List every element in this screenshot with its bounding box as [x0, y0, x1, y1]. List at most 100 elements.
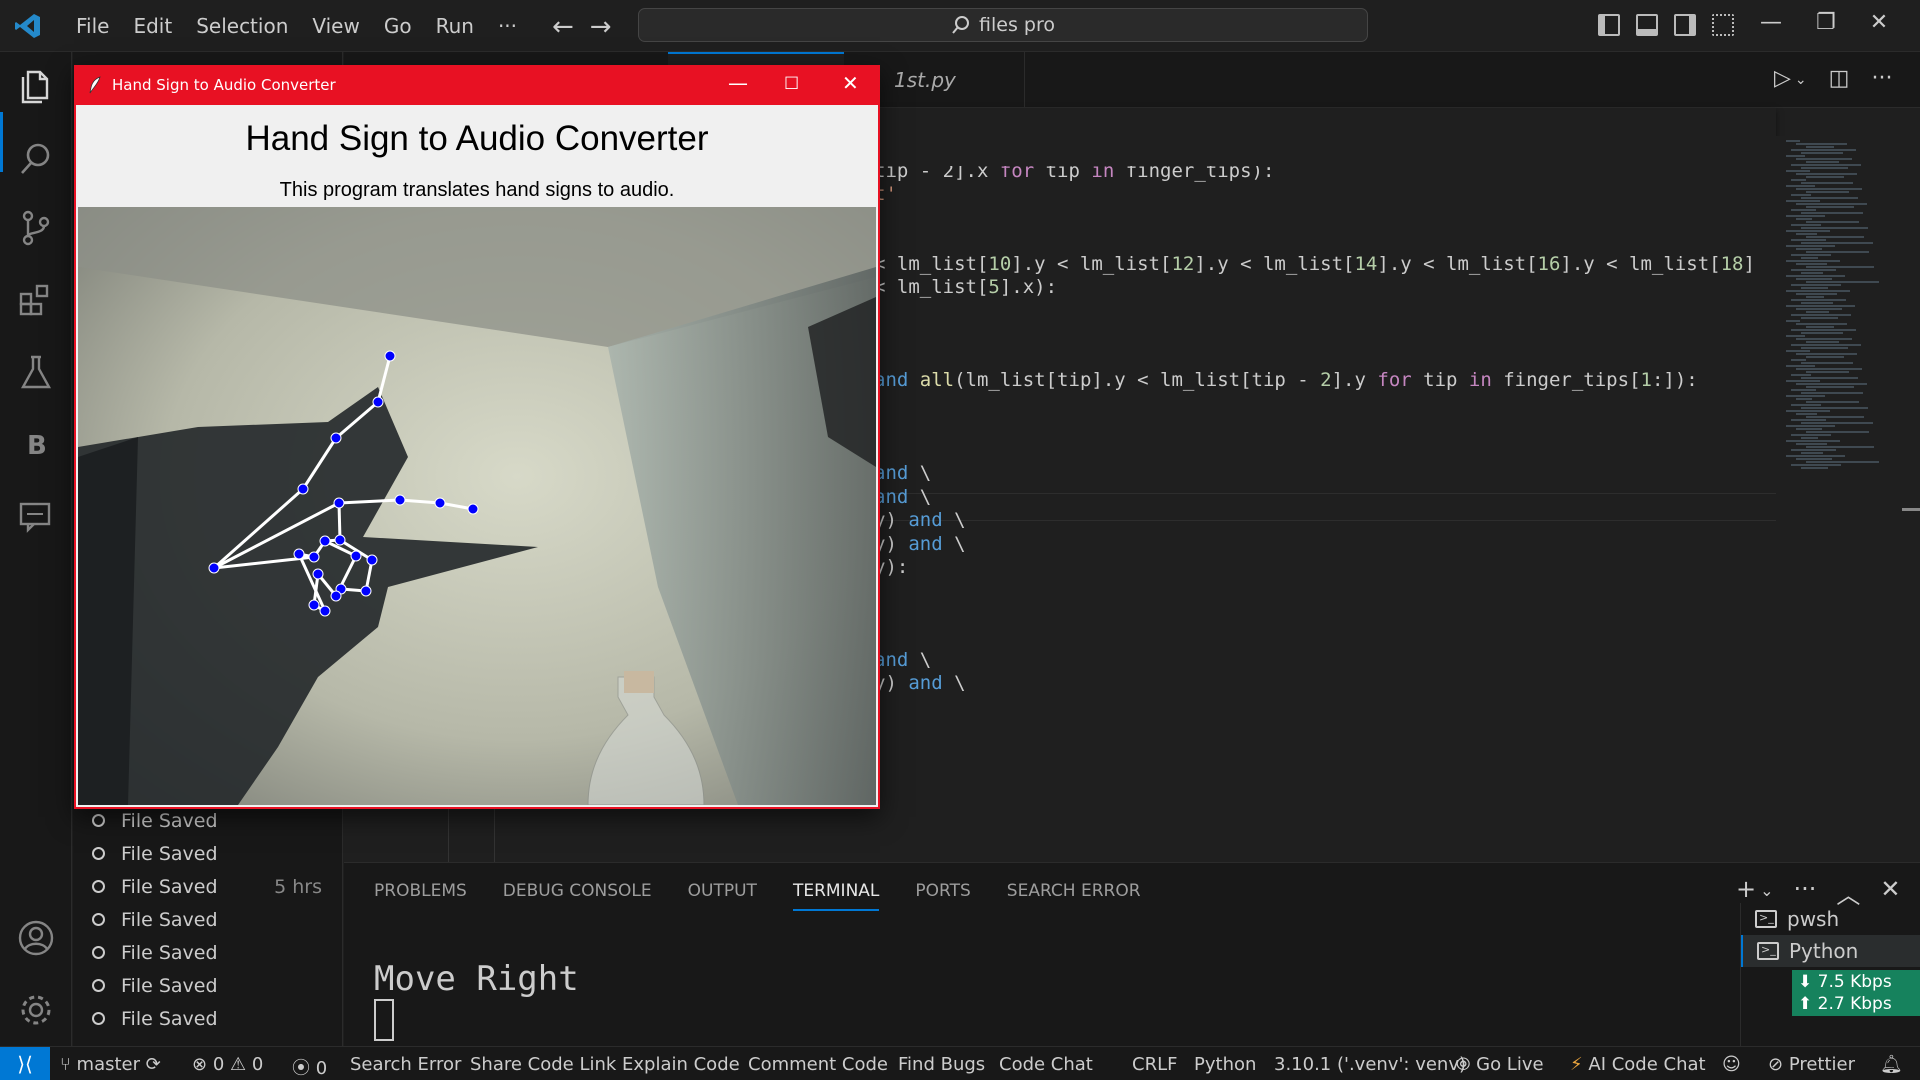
hand-landmark-point	[319, 605, 331, 617]
ai-code-chat-item[interactable]: ⚡ AI Code Chat	[1570, 1054, 1706, 1075]
minimap-line	[1786, 425, 1835, 427]
copilot-icon[interactable]: ☺	[1722, 1054, 1741, 1075]
toggle-primary-sidebar-icon[interactable]	[1598, 14, 1620, 36]
extensions-icon[interactable]	[16, 280, 56, 320]
minimize-icon[interactable]: —	[1760, 10, 1782, 35]
app-minimize-icon[interactable]: —	[728, 71, 748, 95]
ports-item[interactable]: ⦿ 0	[292, 1054, 327, 1080]
tab-1st-py[interactable]: 1st.py	[894, 68, 956, 92]
menu-item-edit[interactable]: Edit	[121, 14, 184, 38]
source-control-icon[interactable]	[16, 208, 56, 248]
timeline-item[interactable]: File Saved 5 hrs	[92, 870, 332, 903]
minimap-line	[1801, 452, 1823, 454]
status-code-chat[interactable]: Code Chat	[999, 1054, 1093, 1075]
more-actions-icon[interactable]: ···	[1871, 66, 1892, 91]
minimap-line	[1801, 212, 1863, 214]
customize-layout-icon[interactable]	[1712, 14, 1734, 36]
code-token: \	[942, 533, 966, 555]
code-token: and	[908, 509, 943, 531]
menu-item-view[interactable]: View	[300, 14, 371, 38]
minimap-line	[1806, 311, 1829, 313]
terminal-item-python[interactable]: >_ Python	[1741, 935, 1920, 967]
explorer-icon[interactable]	[16, 66, 56, 106]
testing-flask-icon[interactable]	[16, 352, 56, 392]
toggle-secondary-sidebar-icon[interactable]	[1674, 14, 1696, 36]
back-arrow-icon[interactable]: ←	[552, 12, 574, 42]
minimap-line	[1796, 158, 1852, 160]
tab-problems[interactable]: PROBLEMS	[374, 881, 467, 911]
editor-scrollbar[interactable]	[1902, 508, 1920, 511]
minimap-line	[1796, 338, 1852, 340]
timeline-item[interactable]: File Saved	[92, 936, 332, 969]
code-line: < lm_list[10].y < lm_list[12].y < lm_lis…	[874, 253, 1755, 275]
timeline-item[interactable]: File Saved	[92, 903, 332, 936]
timeline-item[interactable]: File Saved	[92, 1002, 332, 1035]
minimap-line	[1806, 161, 1839, 163]
hand-landmark-point	[293, 548, 305, 560]
camera-feed	[78, 207, 876, 805]
hand-landmark-point	[434, 497, 446, 509]
command-center-search[interactable]: files pro	[638, 8, 1368, 42]
menu-item-selection[interactable]: Selection	[184, 14, 300, 38]
tab-ports[interactable]: PORTS	[915, 881, 970, 911]
restore-icon[interactable]: ❐	[1816, 10, 1836, 35]
hand-connection	[337, 502, 342, 541]
tab-search-error[interactable]: SEARCH ERROR	[1007, 881, 1141, 911]
app-maximize-icon[interactable]: ☐	[784, 74, 799, 94]
close-icon[interactable]: ✕	[1870, 10, 1888, 35]
app-title-bar[interactable]: Hand Sign to Audio Converter — ☐ ✕	[76, 67, 878, 105]
minimap-line	[1806, 281, 1879, 283]
status-search-error[interactable]: Search Error	[350, 1054, 461, 1075]
timeline-item[interactable]: File Saved	[92, 969, 332, 1002]
minimap-line	[1801, 392, 1863, 394]
timeline-item[interactable]: File Saved	[92, 837, 332, 870]
code-token: \	[908, 486, 932, 508]
remote-icon[interactable]: ⟩⟨	[0, 1047, 50, 1080]
code-token: ].y < lm_list[	[1377, 253, 1538, 275]
minimap-line	[1796, 143, 1847, 145]
minimap-line	[1791, 194, 1811, 196]
app-window-title: Hand Sign to Audio Converter	[112, 76, 336, 94]
run-icon[interactable]: ▷	[1774, 66, 1791, 91]
minimap-line	[1786, 395, 1825, 397]
app-close-icon[interactable]: ✕	[842, 71, 859, 95]
chevron-down-icon[interactable]: ⌄	[1795, 72, 1807, 91]
code-token: :]):	[1651, 369, 1698, 391]
go-live-item[interactable]: ⦾ Go Live	[1456, 1054, 1544, 1075]
tab-terminal[interactable]: TERMINAL	[792, 881, 880, 911]
minimap-line	[1791, 254, 1831, 256]
chat-icon[interactable]	[16, 496, 56, 536]
minimap-line	[1786, 305, 1855, 307]
problems-item[interactable]: ⊗ 0 ⚠ 0	[192, 1054, 263, 1075]
account-icon[interactable]	[16, 918, 56, 958]
nav-arrows: ← →	[552, 12, 612, 42]
menu-item-run[interactable]: Run	[424, 14, 486, 38]
prettier-item[interactable]: ⊘ Prettier	[1768, 1054, 1855, 1075]
terminal-item-pwsh[interactable]: >_ pwsh	[1741, 903, 1920, 935]
minimap-line	[1801, 257, 1818, 259]
branch-item[interactable]: ⑂ master ⟳	[60, 1054, 161, 1075]
settings-gear-icon[interactable]	[16, 990, 56, 1030]
b-extension-icon[interactable]: B	[16, 424, 56, 464]
search-icon[interactable]	[16, 138, 56, 178]
status-find-bugs[interactable]: Find Bugs	[898, 1054, 985, 1075]
status-comment-code[interactable]: Comment Code	[748, 1054, 888, 1075]
toggle-panel-icon[interactable]	[1636, 14, 1658, 36]
minimap-line	[1796, 293, 1837, 295]
notifications-bell-icon[interactable]: 🔔︎	[1880, 1054, 1903, 1075]
status-language[interactable]: Python	[1194, 1054, 1256, 1075]
timeline-item-label: File Saved	[121, 809, 218, 832]
tab-debug-console[interactable]: DEBUG CONSOLE	[503, 881, 652, 911]
status-eol[interactable]: CRLF	[1132, 1054, 1177, 1075]
status-share-code-link[interactable]: Share Code Link	[470, 1054, 616, 1075]
tab-output[interactable]: OUTPUT	[688, 881, 757, 911]
minimap[interactable]	[1776, 136, 1920, 862]
status-interpreter[interactable]: 3.10.1 ('.venv': venv)	[1274, 1054, 1466, 1075]
forward-arrow-icon[interactable]: →	[590, 12, 612, 42]
menu-item-go[interactable]: Go	[372, 14, 424, 38]
menu-item-file[interactable]: File	[64, 14, 121, 38]
menu-item-more[interactable]: ···	[486, 14, 529, 38]
status-explain-code[interactable]: Explain Code	[622, 1054, 740, 1075]
split-editor-icon[interactable]: ◫	[1829, 66, 1850, 91]
